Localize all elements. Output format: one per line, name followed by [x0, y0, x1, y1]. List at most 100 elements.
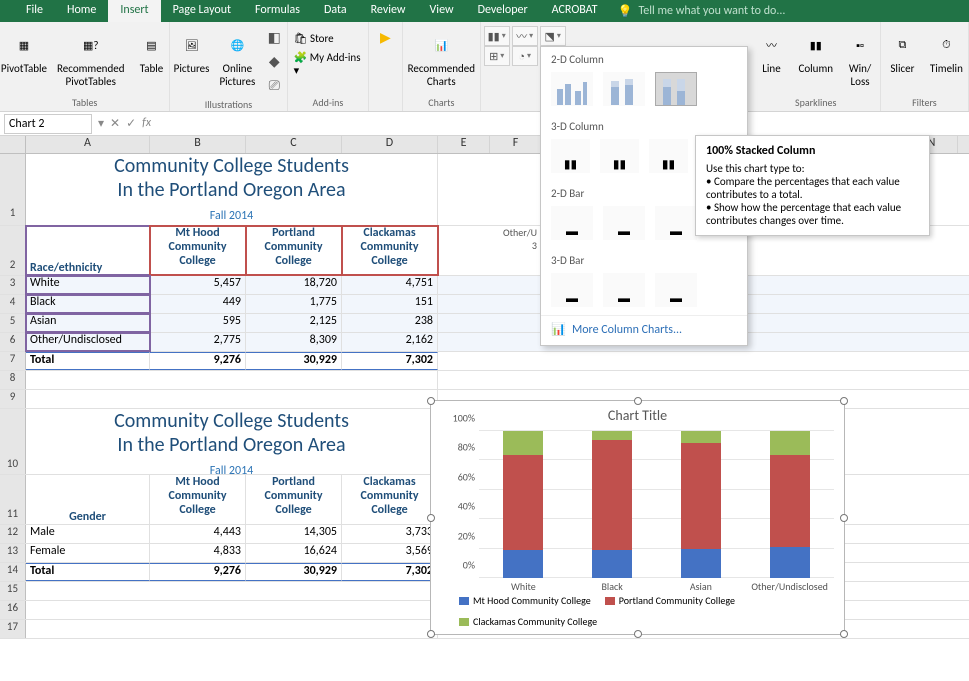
pivottable-button[interactable]: ▦PivotTable — [0, 26, 49, 77]
cell-C6[interactable]: 8,309 — [246, 333, 342, 351]
100-stacked-bar-option[interactable]: ▬ — [655, 206, 697, 240]
row-8-header[interactable]: 8 — [0, 371, 26, 389]
tab-developer[interactable]: Developer — [466, 0, 540, 22]
cell-C12[interactable]: 14,305 — [246, 525, 342, 543]
cell-B12[interactable]: 4,443 — [150, 525, 246, 543]
select-all-corner[interactable] — [0, 136, 26, 153]
cell-D12[interactable]: 3,733 — [342, 525, 438, 543]
resize-handle-ne[interactable] — [840, 397, 848, 405]
cell-A13[interactable]: Female — [26, 544, 150, 562]
stacked-column-option[interactable] — [603, 72, 645, 106]
tab-insert[interactable]: Insert — [108, 0, 160, 22]
screenshot-button[interactable]: ⎚ — [263, 74, 285, 96]
cell-B4[interactable]: 449 — [150, 295, 246, 313]
chart-bar-segment[interactable] — [592, 431, 632, 440]
insert-column-dropdown[interactable]: ▮▮▾ — [484, 26, 510, 46]
cell-A2[interactable]: Race/ethnicity — [26, 226, 150, 275]
row-10-header[interactable]: 10 — [0, 409, 26, 474]
confirm-formula-icon[interactable]: ✓ — [126, 116, 136, 131]
resize-handle-sw[interactable] — [427, 630, 435, 638]
resize-handle-s[interactable] — [634, 630, 642, 638]
sparkline-line-button[interactable]: 〰Line — [752, 26, 790, 77]
namebox-dropdown-icon[interactable]: ▾ — [98, 116, 104, 131]
chart-bar-segment[interactable] — [770, 547, 810, 578]
chart-bar-segment[interactable] — [770, 431, 810, 455]
tab-data[interactable]: Data — [312, 0, 359, 22]
cell-B11[interactable]: Mt Hood Community College — [150, 475, 246, 524]
cell-A14[interactable]: Total — [26, 563, 150, 581]
sparkline-winloss-button[interactable]: ▪▫Win/ Loss — [841, 26, 879, 90]
row-12-header[interactable]: 12 — [0, 525, 26, 543]
chart-bar-segment[interactable] — [592, 440, 632, 550]
cell-B14[interactable]: 9,276 — [150, 563, 246, 581]
cell-D11[interactable]: Clackamas Community College — [342, 475, 438, 524]
col-F[interactable]: F — [490, 136, 542, 153]
row-11-header[interactable]: 11 — [0, 475, 26, 524]
cell-C5[interactable]: 2,125 — [246, 314, 342, 332]
row-4-header[interactable]: 4 — [0, 295, 26, 313]
row-15-header[interactable]: 15 — [0, 582, 26, 600]
3d-clustered-bar-option[interactable]: ▬ — [551, 273, 593, 307]
chart-bar-segment[interactable] — [592, 550, 632, 578]
row-17-header[interactable]: 17 — [0, 620, 26, 638]
shapes-button[interactable]: ◧ — [263, 26, 285, 48]
tab-view[interactable]: View — [418, 0, 466, 22]
fx-icon[interactable]: fx — [142, 116, 151, 131]
cell-A11[interactable]: Gender — [26, 475, 150, 524]
cell-D14[interactable]: 7,302 — [342, 563, 438, 581]
chart-bar-segment[interactable] — [770, 455, 810, 548]
table1-title[interactable]: Community College Students In the Portla… — [26, 154, 438, 225]
row-7-header[interactable]: 7 — [0, 352, 26, 370]
cell-A4[interactable]: Black — [26, 295, 150, 313]
cell-B5[interactable]: 595 — [150, 314, 246, 332]
3d-stacked-bar-option[interactable]: ▬ — [603, 273, 645, 307]
3d-100-stacked-column-option[interactable]: ▮▮ — [649, 139, 688, 173]
chart-plot-area[interactable]: 0%20%40%60%80%100% — [479, 431, 834, 578]
cell-A3[interactable]: White — [26, 276, 150, 294]
cell-A12[interactable]: Male — [26, 525, 150, 543]
cell-C13[interactable]: 16,624 — [246, 544, 342, 562]
chart-bar-segment[interactable] — [503, 431, 543, 455]
name-box[interactable] — [4, 114, 92, 134]
table-button[interactable]: ▤Table — [132, 26, 170, 77]
tab-pagelayout[interactable]: Page Layout — [161, 0, 243, 22]
clustered-bar-option[interactable]: ▬ — [551, 206, 593, 240]
tab-acrobat[interactable]: ACROBAT — [540, 0, 610, 22]
cell-A6[interactable]: Other/Undisclosed — [26, 333, 150, 351]
tab-home[interactable]: Home — [55, 0, 108, 22]
resize-handle-n[interactable] — [634, 397, 642, 405]
chart-bar-segment[interactable] — [503, 550, 543, 578]
sparkline-column-button[interactable]: ▮▮Column — [796, 26, 835, 77]
tab-file[interactable]: File — [14, 0, 55, 22]
cell-D2[interactable]: Clackamas Community College — [342, 226, 438, 275]
resize-handle-w[interactable] — [427, 514, 435, 522]
recommended-pivot-button[interactable]: ▦?Recommended PivotTables — [55, 26, 126, 90]
timeline-button[interactable]: ⏱Timelin — [927, 26, 965, 77]
row-2-header[interactable]: 2 — [0, 226, 26, 275]
pictures-button[interactable]: 🖼Pictures — [172, 26, 212, 77]
myaddins-button[interactable]: 🧩 My Add-ins ▾ — [294, 51, 363, 77]
resize-handle-se[interactable] — [840, 630, 848, 638]
cell-C3[interactable]: 18,720 — [246, 276, 342, 294]
cell-A5[interactable]: Asian — [26, 314, 150, 332]
insert-stat-dropdown[interactable]: ⊞▾ — [484, 46, 510, 66]
cell-B3[interactable]: 5,457 — [150, 276, 246, 294]
cell-B13[interactable]: 4,833 — [150, 544, 246, 562]
stacked-bar-option[interactable]: ▬ — [603, 206, 645, 240]
store-button[interactable]: 🛍 Store — [294, 32, 334, 45]
cell-C4[interactable]: 1,775 — [246, 295, 342, 313]
tellme-search[interactable]: 💡 Tell me what you want to do... — [610, 0, 794, 22]
col-D[interactable]: D — [342, 136, 438, 153]
row-5-header[interactable]: 5 — [0, 314, 26, 332]
row-1-header[interactable]: 1 — [0, 154, 26, 225]
table2-title[interactable]: Community College Students In the Portla… — [26, 409, 438, 474]
row-6-header[interactable]: 6 — [0, 333, 26, 351]
3d-clustered-column-option[interactable]: ▮▮ — [551, 139, 590, 173]
row-16-header[interactable]: 16 — [0, 601, 26, 619]
insert-line-dropdown[interactable]: 〰▾ — [512, 26, 538, 46]
row-9-header[interactable]: 9 — [0, 390, 26, 408]
insert-hierarchy-dropdown[interactable]: ⬔▾ — [540, 26, 566, 46]
row-3-header[interactable]: 3 — [0, 276, 26, 294]
col-C[interactable]: C — [246, 136, 342, 153]
clustered-column-option[interactable] — [551, 72, 593, 106]
